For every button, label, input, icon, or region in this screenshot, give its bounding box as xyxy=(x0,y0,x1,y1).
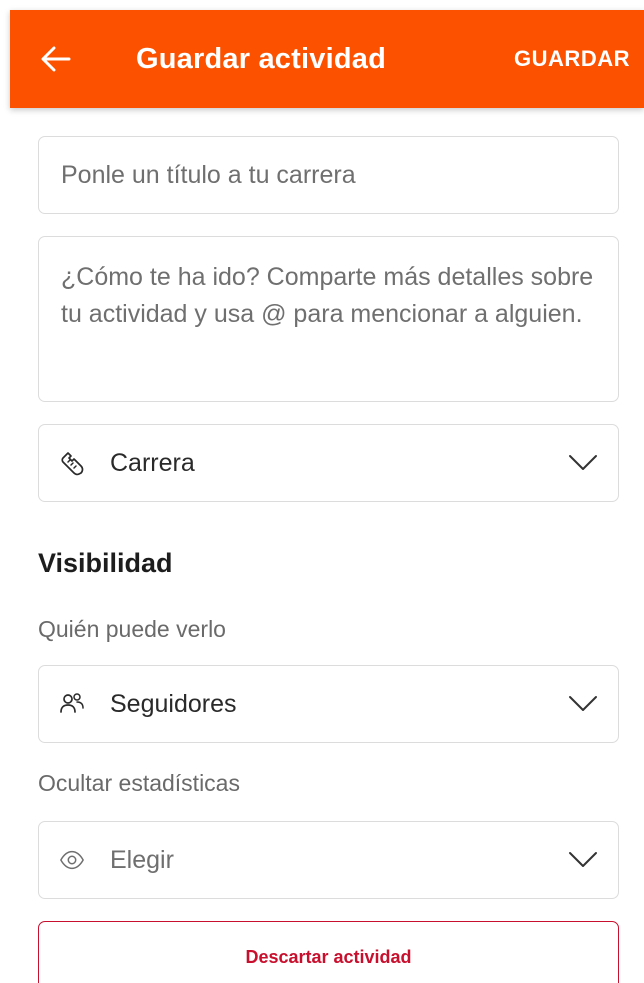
sport-type-select[interactable]: Carrera xyxy=(38,424,619,502)
description-field[interactable] xyxy=(38,236,619,402)
back-button[interactable] xyxy=(34,37,78,81)
running-shoe-icon xyxy=(59,450,85,476)
visibility-heading: Visibilidad xyxy=(38,548,173,578)
sport-type-value: Carrera xyxy=(110,449,195,477)
discard-activity-button[interactable]: Descartar actividad xyxy=(38,921,619,983)
app-bar: Guardar actividad GUARDAR xyxy=(10,10,644,108)
hide-stats-select[interactable]: Elegir xyxy=(38,821,619,899)
title-input[interactable] xyxy=(39,137,618,213)
title-field[interactable] xyxy=(38,136,619,214)
chevron-down-icon xyxy=(569,455,597,470)
hide-stats-value: Elegir xyxy=(110,846,174,874)
chevron-down-icon xyxy=(569,696,597,711)
chevron-down-icon xyxy=(569,852,597,867)
save-button[interactable]: GUARDAR xyxy=(508,10,636,108)
followers-icon xyxy=(59,691,85,717)
who-can-see-label: Quién puede verlo xyxy=(38,616,226,642)
page-title: Guardar actividad xyxy=(136,43,386,75)
eye-icon xyxy=(59,847,85,873)
arrow-left-icon xyxy=(41,46,71,72)
visibility-value: Seguidores xyxy=(110,690,237,718)
description-input[interactable] xyxy=(39,237,618,401)
visibility-select[interactable]: Seguidores xyxy=(38,665,619,743)
hide-stats-label: Ocultar estadísticas xyxy=(38,770,240,796)
